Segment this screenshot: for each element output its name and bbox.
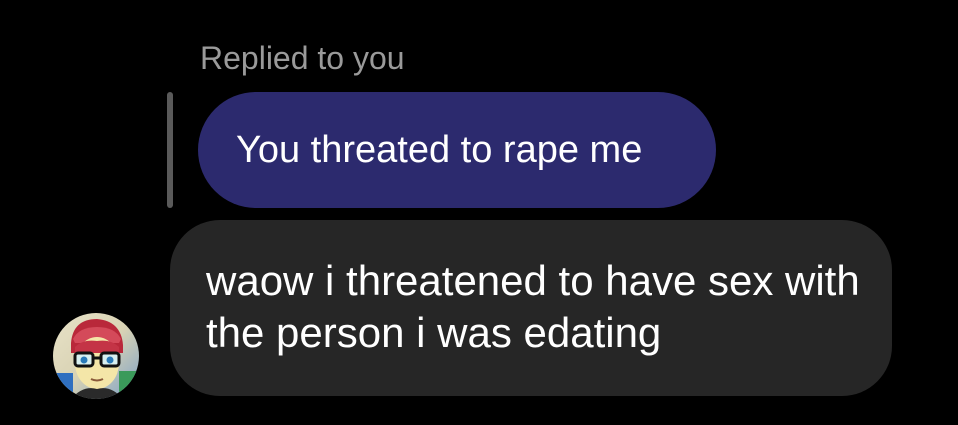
- quoted-message-bubble[interactable]: You threated to rape me: [198, 92, 716, 208]
- replied-to-you-label: Replied to you: [200, 40, 405, 76]
- received-message-bubble[interactable]: waow i threatened to have sex with the p…: [170, 220, 892, 396]
- avatar-icon: [53, 313, 139, 399]
- reply-quote-bar: [167, 92, 173, 208]
- chat-screen: Replied to you You threated to rape me w…: [0, 0, 958, 425]
- sender-avatar[interactable]: [53, 313, 139, 399]
